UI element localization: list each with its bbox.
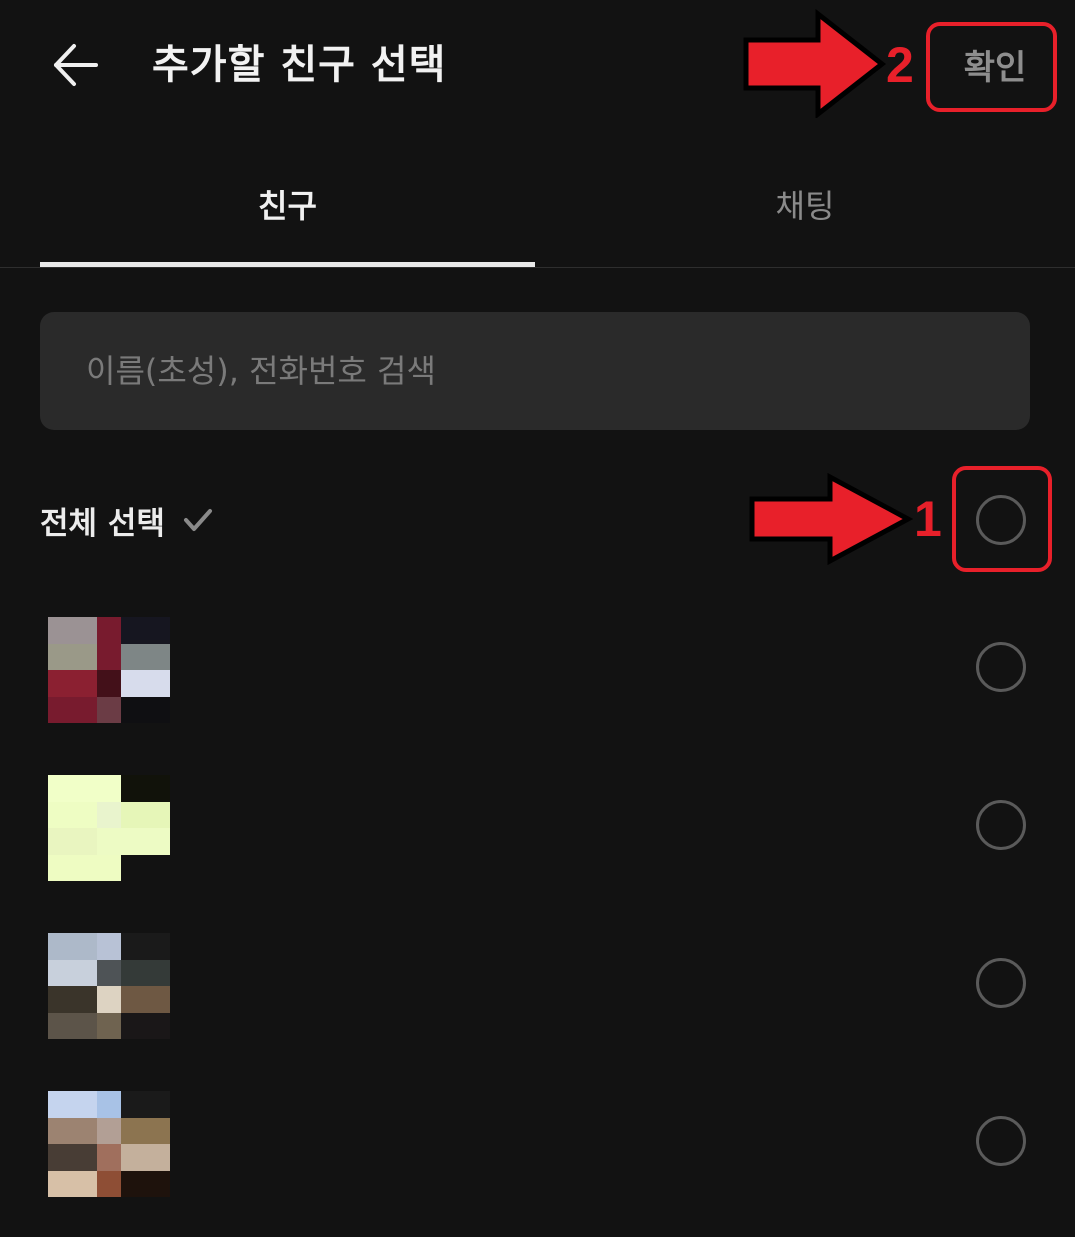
page-title: 추가할 친구 선택	[152, 42, 447, 88]
annotation-box-1	[952, 466, 1052, 572]
avatar-pixel	[121, 986, 170, 1013]
avatar-pixel	[48, 1013, 97, 1039]
avatar-pixel	[48, 828, 97, 855]
select-all-toggle[interactable]: 전체 선택	[40, 490, 215, 550]
avatar-pixel	[121, 697, 170, 723]
avatar-pixel	[121, 960, 170, 986]
avatar-pixel	[121, 1171, 170, 1197]
avatar-pixel	[121, 1091, 170, 1118]
avatar-pixel	[48, 986, 97, 1013]
avatar-pixel	[97, 1013, 121, 1039]
avatar-pixel	[97, 644, 121, 670]
avatar-pixel	[121, 855, 170, 881]
annotation-box-2	[926, 22, 1057, 112]
annotation-number-1: 1	[914, 491, 942, 547]
friend-radio[interactable]	[976, 800, 1026, 850]
check-icon	[183, 509, 212, 531]
tab-bar: 친구 채팅	[0, 150, 1075, 268]
avatar-pixel	[48, 1091, 97, 1118]
avatar-pixel	[48, 697, 97, 723]
avatar-pixel	[48, 1118, 97, 1144]
select-all-label: 전체 선택	[40, 505, 165, 542]
avatar-pixel	[121, 1118, 170, 1144]
avatar-pixel	[121, 775, 170, 802]
avatar-pixel	[121, 1013, 170, 1039]
avatar-pixel	[97, 697, 121, 723]
avatar-pixel	[121, 828, 170, 855]
friend-radio[interactable]	[976, 958, 1026, 1008]
list-item[interactable]	[0, 1066, 1075, 1216]
avatar-pixel	[48, 775, 97, 802]
avatar-pixel	[97, 960, 121, 986]
avatar-pixel	[121, 933, 170, 960]
avatar-pixel	[48, 960, 97, 986]
search-box	[40, 312, 1030, 430]
avatar-pixel	[48, 855, 97, 881]
avatar-pixel	[97, 1171, 121, 1197]
avatar	[48, 775, 170, 881]
back-button[interactable]	[40, 30, 110, 100]
avatar	[48, 1091, 170, 1197]
avatar-pixel	[121, 670, 170, 697]
avatar-pixel	[121, 644, 170, 670]
avatar-pixel	[97, 1091, 121, 1118]
avatar-pixel	[121, 802, 170, 828]
annotation-number-2: 2	[886, 37, 914, 93]
avatar-pixel	[97, 933, 121, 960]
annotation-arrow-1-icon	[749, 472, 914, 566]
avatar-pixel	[97, 828, 121, 855]
avatar-pixel	[48, 644, 97, 670]
avatar-pixel	[48, 1144, 97, 1171]
tab-friends[interactable]: 친구	[40, 150, 535, 267]
avatar	[48, 933, 170, 1039]
avatar	[48, 617, 170, 723]
search-input[interactable]	[86, 312, 986, 430]
annotation-arrow-2-icon	[743, 8, 887, 118]
avatar-pixel	[97, 1144, 121, 1171]
avatar-pixel	[97, 855, 121, 881]
avatar-pixel	[97, 986, 121, 1013]
list-item[interactable]	[0, 592, 1075, 742]
avatar-pixel	[121, 1144, 170, 1171]
avatar-pixel	[97, 775, 121, 802]
avatar-pixel	[48, 933, 97, 960]
avatar-pixel	[48, 802, 97, 828]
avatar-pixel	[97, 1118, 121, 1144]
list-item[interactable]	[0, 908, 1075, 1058]
avatar-pixel	[97, 617, 121, 644]
avatar-pixel	[121, 617, 170, 644]
avatar-pixel	[48, 1171, 97, 1197]
avatar-pixel	[48, 670, 97, 697]
avatar-pixel	[97, 802, 121, 828]
arrow-left-icon	[54, 44, 98, 86]
tab-chats[interactable]: 채팅	[535, 150, 1075, 267]
avatar-pixel	[48, 617, 97, 644]
friend-radio[interactable]	[976, 642, 1026, 692]
list-item[interactable]	[0, 750, 1075, 900]
avatar-pixel	[97, 670, 121, 697]
friend-radio[interactable]	[976, 1116, 1026, 1166]
